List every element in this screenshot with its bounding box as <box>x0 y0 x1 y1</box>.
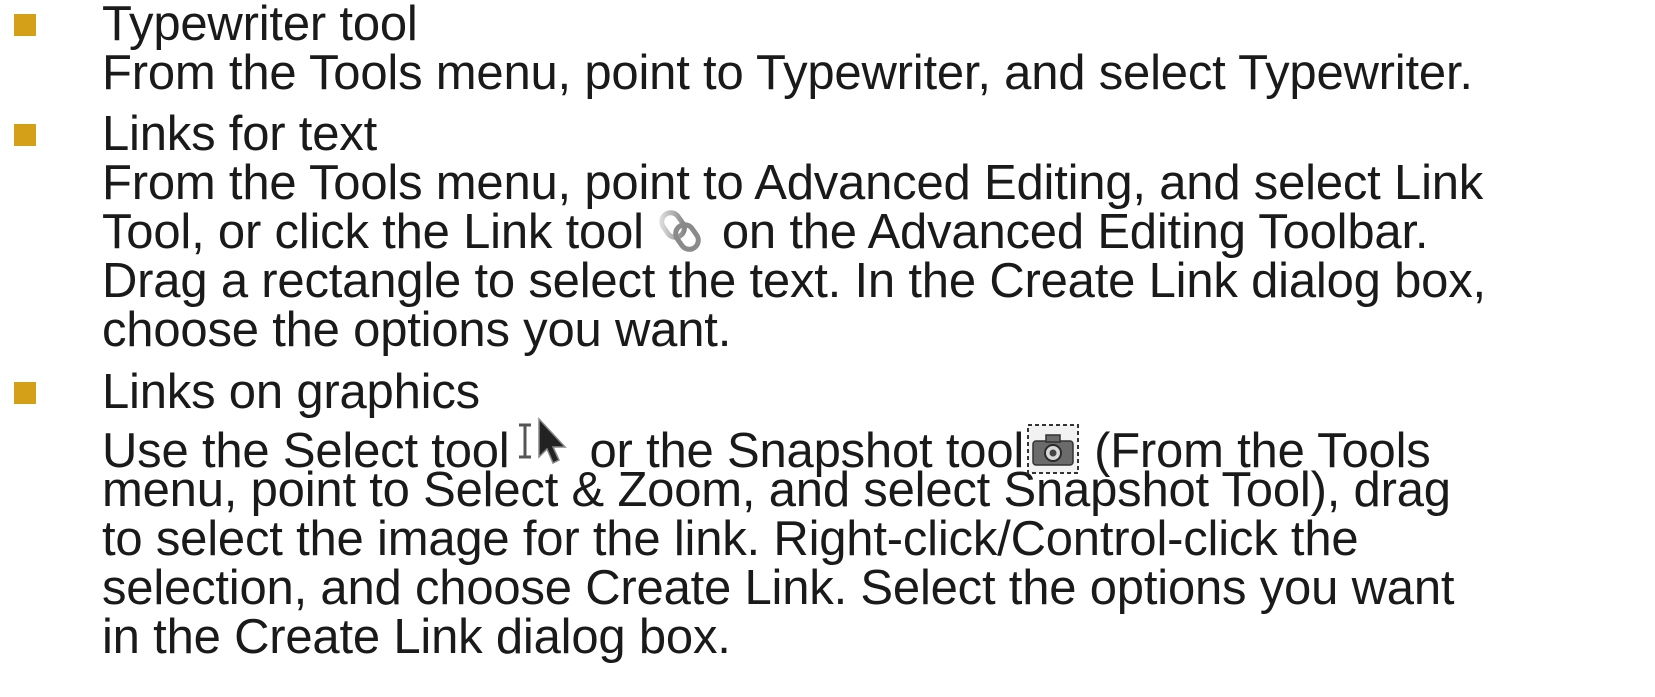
bullet-square-icon <box>14 14 36 36</box>
bullet-body: Typewriter tool From the Tools menu, poi… <box>102 0 1652 98</box>
bullet-text-line: menu, point to Select & Zoom, and select… <box>102 463 1451 517</box>
bullet-text-line: choose the options you want. <box>102 303 732 357</box>
bullet-text-line: From the Tools menu, point to Typewriter… <box>102 46 1473 100</box>
slide: Typewriter tool From the Tools menu, poi… <box>0 0 1655 697</box>
snapshot-camera-icon <box>1026 423 1080 475</box>
bullet-title: Links on graphics <box>102 365 480 419</box>
bullet-square-icon <box>14 124 36 146</box>
bullet-text-line: to select the image for the link. Right-… <box>102 512 1359 566</box>
bullet-body: Links on graphics Use the Select tool or… <box>102 368 1652 662</box>
text-segment: Tool, or click the Link tool <box>102 205 644 259</box>
select-tool-icon <box>515 417 573 469</box>
bullet-title: Typewriter tool <box>102 0 418 51</box>
bullet-title: Links for text <box>102 107 377 161</box>
bullet-text-line: Drag a rectangle to select the text. In … <box>102 254 1486 308</box>
text-segment: on the Advanced Editing Toolbar. <box>721 205 1429 259</box>
bullet-text-line: Use the Select tool or the Snapshot tool <box>102 417 1652 476</box>
bullet-text-line: in the Create Link dialog box. <box>102 610 731 664</box>
bullet-text-line: From the Tools menu, point to Advanced E… <box>102 156 1484 210</box>
bullet-body: Links for text From the Tools menu, poin… <box>102 110 1652 355</box>
bullet-text-line: selection, and choose Create Link. Selec… <box>102 561 1455 615</box>
bullet-text-line: Tool, or click the Link tool on the Adva… <box>102 208 1652 257</box>
chain-link-icon <box>658 208 704 254</box>
bullet-square-icon <box>14 382 36 404</box>
